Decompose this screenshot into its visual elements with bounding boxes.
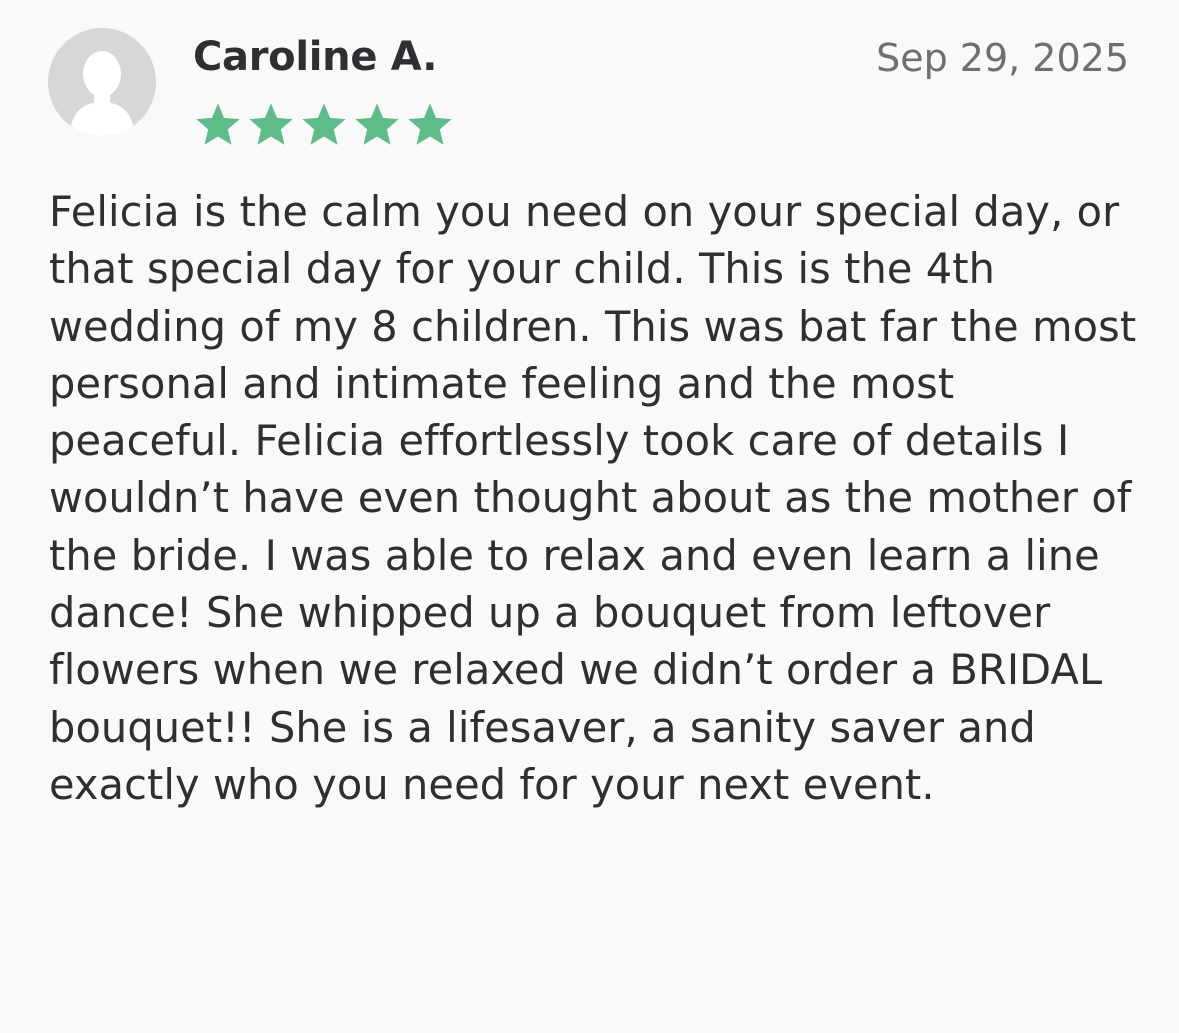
star-icon [196, 103, 240, 145]
review-date: Sep 29, 2025 [876, 36, 1129, 80]
review-text: Felicia is the calm you need on your spe… [49, 187, 1137, 809]
star-icon [249, 103, 293, 145]
star-rating [193, 100, 455, 150]
star-icon [408, 103, 452, 145]
user-avatar-icon [48, 28, 156, 136]
review-card: Caroline A. Sep 29, 2025 Felicia is the … [0, 0, 1179, 1033]
reviewer-name: Caroline A. [193, 34, 438, 80]
star-icon [302, 103, 346, 145]
star-icon [355, 103, 399, 145]
